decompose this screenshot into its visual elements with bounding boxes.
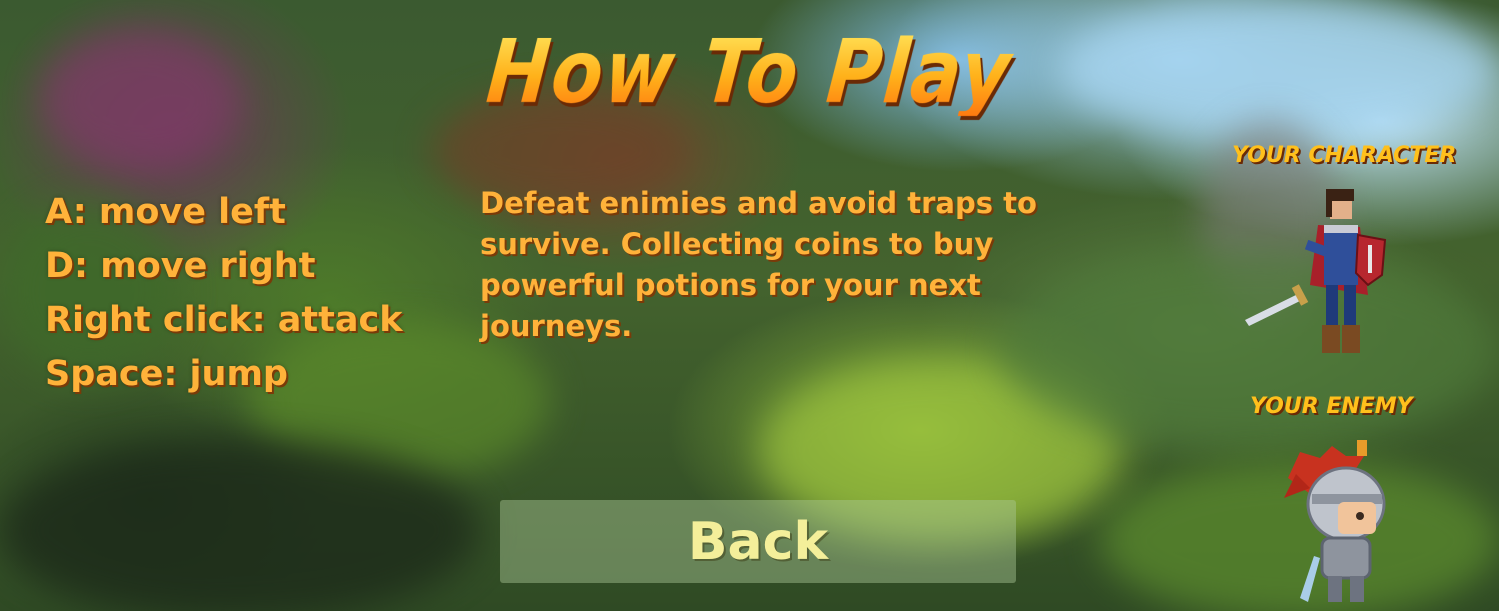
control-jump: Space: jump <box>45 354 288 394</box>
game-description: Defeat enimies and avoid traps to surviv… <box>480 186 1037 343</box>
hero-knight-icon <box>1245 189 1387 353</box>
page-title: How To Play <box>108 20 1390 123</box>
control-move-right: D: move right <box>45 246 316 286</box>
enemy-knight-icon <box>1284 440 1386 602</box>
back-button[interactable]: Back <box>500 500 1016 583</box>
enemy-label: Your enemy <box>1250 394 1413 419</box>
controls-list: A: move left D: move right Right click: … <box>45 190 403 406</box>
character-label: Your character <box>1232 143 1457 168</box>
control-attack: Right click: attack <box>45 300 403 340</box>
control-move-left: A: move left <box>45 192 286 232</box>
